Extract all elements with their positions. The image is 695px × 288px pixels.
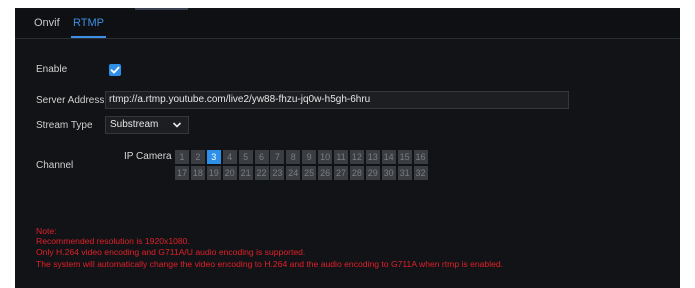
- channel-button-16[interactable]: 16: [413, 150, 428, 164]
- channel-button-25[interactable]: 25: [302, 166, 317, 180]
- channel-button-4[interactable]: 4: [222, 150, 237, 164]
- channel-button-13[interactable]: 13: [365, 150, 380, 164]
- channel-button-26[interactable]: 26: [318, 166, 333, 180]
- channel-button-23[interactable]: 23: [270, 166, 285, 180]
- channel-button-7[interactable]: 7: [270, 150, 285, 164]
- tab-onvif[interactable]: Onvif: [34, 10, 60, 38]
- channel-button-29[interactable]: 29: [365, 166, 380, 180]
- note-line: Only H.264 video encoding and G711A/U au…: [36, 247, 306, 257]
- note-line: The system will automatically change the…: [36, 259, 504, 269]
- channel-button-20[interactable]: 20: [222, 166, 237, 180]
- channel-button-12[interactable]: 12: [349, 150, 364, 164]
- channel-button-32[interactable]: 32: [413, 166, 428, 180]
- checkmark-icon: [110, 66, 120, 74]
- stream-type-label: Stream Type: [36, 120, 93, 131]
- channel-button-10[interactable]: 10: [318, 150, 333, 164]
- channel-label: Channel: [36, 160, 74, 171]
- channel-button-18[interactable]: 18: [190, 166, 205, 180]
- channel-button-3[interactable]: 3: [206, 150, 221, 164]
- note-title: Note:: [36, 226, 57, 236]
- tab-rtmp[interactable]: RTMP: [71, 10, 106, 38]
- channel-button-31[interactable]: 31: [397, 166, 412, 180]
- channel-button-11[interactable]: 11: [334, 150, 348, 164]
- channel-button-15[interactable]: 15: [397, 150, 412, 164]
- channel-button-2[interactable]: 2: [190, 150, 205, 164]
- server-address-label: Server Address: [36, 95, 105, 106]
- chevron-down-icon: [172, 122, 182, 128]
- enable-checkbox[interactable]: [109, 64, 121, 76]
- server-address-input[interactable]: rtmp://a.rtmp.youtube.com/live2/yw88-fhz…: [105, 91, 569, 109]
- tab-bar: Onvif RTMP: [15, 10, 680, 39]
- channel-button-6[interactable]: 6: [254, 150, 269, 164]
- channel-button-9[interactable]: 9: [302, 150, 317, 164]
- channel-button-28[interactable]: 28: [349, 166, 364, 180]
- stream-type-select[interactable]: Substream: [105, 116, 189, 134]
- settings-panel: [15, 8, 680, 288]
- channel-button-27[interactable]: 27: [334, 166, 348, 180]
- channel-button-1[interactable]: 1: [175, 150, 189, 164]
- enable-label: Enable: [36, 64, 68, 75]
- ip-camera-label: IP Camera: [124, 151, 172, 162]
- channel-button-24[interactable]: 24: [286, 166, 301, 180]
- channel-button-17[interactable]: 17: [175, 166, 189, 180]
- channel-button-22[interactable]: 22: [254, 166, 269, 180]
- channel-button-21[interactable]: 21: [238, 166, 253, 180]
- channel-button-30[interactable]: 30: [381, 166, 396, 180]
- channel-button-19[interactable]: 19: [206, 166, 221, 180]
- note-line: Recommended resolution is 1920x1080.: [36, 236, 190, 246]
- tab-rtmp-label: RTMP: [73, 17, 104, 29]
- stream-type-value: Substream: [110, 119, 159, 130]
- channel-button-14[interactable]: 14: [381, 150, 396, 164]
- channel-button-5[interactable]: 5: [238, 150, 253, 164]
- active-tab-indicator: [71, 36, 106, 38]
- channel-button-8[interactable]: 8: [286, 150, 301, 164]
